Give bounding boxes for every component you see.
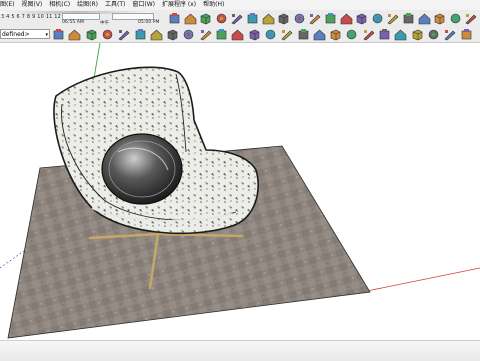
house-icon[interactable] — [215, 12, 228, 25]
menu-draw[interactable]: 绘图(R) — [77, 0, 98, 10]
menu-view[interactable]: 视图(V) — [21, 0, 42, 10]
bottle-icon[interactable] — [277, 12, 290, 25]
calendar-icon[interactable] — [215, 28, 228, 41]
tag-icon[interactable] — [411, 28, 424, 41]
shapes-icon[interactable] — [394, 28, 407, 41]
dropper-icon[interactable] — [449, 12, 462, 25]
camera-icon[interactable] — [168, 12, 181, 25]
home-icon[interactable] — [199, 12, 212, 25]
eye-icon[interactable] — [418, 12, 431, 25]
bucket-icon[interactable] — [433, 12, 446, 25]
paste-icon[interactable] — [246, 12, 259, 25]
book-icon[interactable] — [324, 12, 337, 25]
film-icon[interactable] — [184, 12, 197, 25]
house-outline-icon[interactable] — [230, 12, 243, 25]
cube-push-icon[interactable] — [166, 28, 179, 41]
move-icon[interactable] — [134, 28, 147, 41]
shield-icon[interactable] — [85, 28, 98, 41]
time-slider-evening[interactable] — [112, 13, 154, 20]
menu-bar: 图(E) 视图(V) 相机(C) 绘图(R) 工具(T) 窗口(W) 扩展程序 (x) 帮助(… — [0, 0, 480, 10]
menu-window[interactable]: 窗口(W) — [132, 0, 155, 10]
walk-icon[interactable] — [231, 28, 244, 41]
ring-icon[interactable] — [340, 12, 353, 25]
menu-help[interactable]: 帮助(H) — [203, 0, 224, 10]
month-numbers: 3 4 5 6 7 8 9 10 11 12 — [1, 14, 62, 20]
cube3-icon[interactable] — [427, 28, 440, 41]
component-icon[interactable] — [101, 28, 114, 41]
cube-blue-icon[interactable] — [308, 12, 321, 25]
menu-extensions[interactable]: 扩展程序 (x) — [162, 0, 196, 10]
box-icon[interactable] — [262, 12, 275, 25]
graph-icon[interactable] — [362, 28, 375, 41]
status-bar — [0, 340, 480, 361]
layers2-icon[interactable] — [297, 28, 310, 41]
blank-icon[interactable] — [329, 28, 342, 41]
box2-icon[interactable] — [378, 28, 391, 41]
menu-edit[interactable]: 图(E) — [0, 0, 14, 10]
warehouse-icon[interactable] — [371, 12, 384, 25]
fill-icon[interactable] — [280, 28, 293, 41]
layers-icon[interactable] — [68, 28, 81, 41]
layer-select[interactable]: defined> ▾ — [0, 29, 50, 39]
time-noon-label: 中午 — [100, 21, 110, 26]
time-slider-morning[interactable] — [62, 13, 100, 20]
pin-icon[interactable] — [464, 12, 477, 25]
folder-icon[interactable] — [52, 28, 65, 41]
pencil-icon[interactable] — [386, 12, 399, 25]
link-icon[interactable] — [355, 12, 368, 25]
orbit-icon[interactable] — [182, 28, 195, 41]
select-icon[interactable] — [313, 28, 326, 41]
marker-icon[interactable] — [402, 12, 415, 25]
tree-icon[interactable] — [117, 28, 130, 41]
toolbar-row-1: 3 4 5 6 7 8 9 10 11 12 06:55 AM 中午 05:00… — [0, 10, 480, 28]
page-icon[interactable] — [248, 28, 261, 41]
chevron-down-icon: ▾ — [45, 32, 48, 38]
film-frame-icon[interactable] — [264, 28, 277, 41]
model-viewport[interactable] — [0, 43, 480, 340]
red-axis-line — [361, 267, 480, 293]
cube-icon[interactable] — [293, 12, 306, 25]
menu-camera[interactable]: 相机(C) — [49, 0, 70, 10]
menu-tools[interactable]: 工具(T) — [105, 0, 125, 10]
cube4-icon[interactable] — [460, 28, 473, 41]
rotate-icon[interactable] — [150, 28, 163, 41]
time-end-label: 05:00 PM — [138, 20, 160, 25]
layer-select-value: defined> — [2, 31, 30, 38]
pillow — [101, 133, 183, 205]
time-start-label: 06:55 AM — [62, 20, 84, 25]
tool-icon[interactable] — [443, 28, 456, 41]
shadow-settings: 3 4 5 6 7 8 9 10 11 12 06:55 AM 中午 05:00… — [0, 10, 160, 27]
scissors-icon[interactable] — [199, 28, 212, 41]
toolbar-row-2: defined> ▾ — [0, 27, 480, 43]
book2-icon[interactable] — [345, 28, 358, 41]
